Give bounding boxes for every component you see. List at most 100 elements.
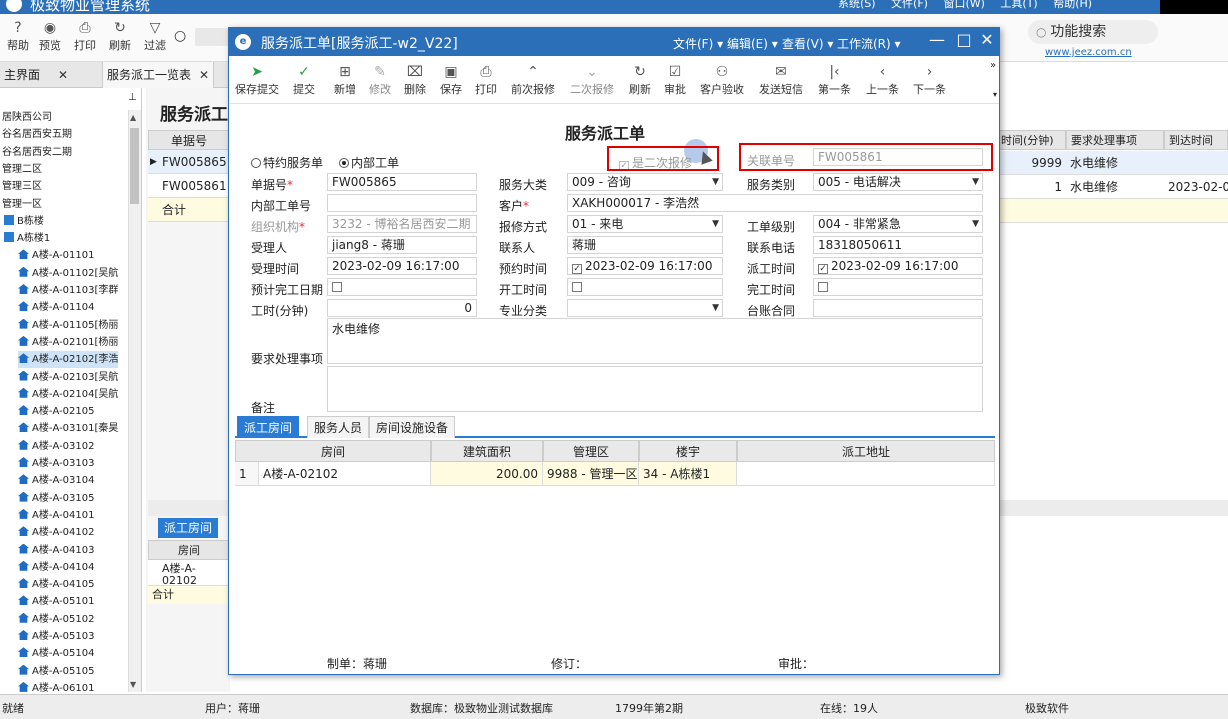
tree-item[interactable]: A楼-A-01104 <box>18 299 95 316</box>
tree-item[interactable]: 管理一区 <box>2 196 42 213</box>
tree-item[interactable]: A楼-A-03105 <box>18 490 95 507</box>
menu-edit[interactable]: 编辑(E) ▾ <box>727 35 778 52</box>
tab-dispatch-rooms[interactable]: 派工房间 <box>237 416 300 438</box>
close-icon[interactable]: ✕ <box>199 68 209 82</box>
tree-item[interactable]: A楼-A-06101 <box>18 680 95 692</box>
tree-item[interactable]: 管理二区 <box>2 161 42 178</box>
internal-no-field[interactable] <box>327 194 477 212</box>
tree-item[interactable]: 管理三区 <box>2 178 42 195</box>
tree-item[interactable]: A楼-A-02101[杨丽 <box>18 334 118 351</box>
col-header-area[interactable]: 建筑面积 <box>431 440 543 462</box>
refresh-button[interactable]: ↻ 刷新 <box>102 20 138 53</box>
send-sms-button[interactable]: ✉ 发送短信 <box>759 64 803 97</box>
checkbox-icon[interactable]: ✓ <box>572 264 582 274</box>
tree-item[interactable]: A楼-A-05103 <box>18 628 95 645</box>
prev-record-button[interactable]: ‹ 上一条 <box>866 64 899 97</box>
tree-item[interactable]: A楼-A-03103 <box>18 455 95 472</box>
table-row[interactable]: ▶ FW005865 <box>148 150 230 174</box>
tree-item[interactable]: A楼-A-04102 <box>18 524 95 541</box>
overflow-icon[interactable]: » <box>990 60 996 71</box>
remark-textarea[interactable] <box>327 366 983 412</box>
pin-icon[interactable]: ⊥ <box>128 92 137 103</box>
customer-field[interactable]: XAKH000017 - 李浩然 <box>567 194 983 212</box>
cell-zone[interactable]: 9988 - 管理一区 <box>543 462 639 486</box>
radio-internal-order[interactable]: 内部工单 <box>339 154 399 171</box>
menu-file[interactable]: 文件(F) ▾ <box>673 35 723 52</box>
minimize-icon[interactable]: — <box>927 30 947 49</box>
cell-building[interactable]: 34 - A栋楼1 <box>639 462 737 486</box>
col-header-zone[interactable]: 管理区 <box>543 440 639 462</box>
list-col-header[interactable]: 单据号 <box>148 130 230 150</box>
tree-item[interactable]: A楼-A-04101 <box>18 507 95 524</box>
list-hscroll-right[interactable] <box>996 500 1228 516</box>
appoint-time-field[interactable]: ✓ 2023-02-09 16:17:00 <box>567 257 723 275</box>
checkbox-icon[interactable] <box>572 282 582 292</box>
expect-date-field[interactable] <box>327 278 477 296</box>
service-cat-select[interactable]: 009 - 咨询 ▼ <box>567 173 723 191</box>
contract-field[interactable] <box>813 299 983 317</box>
tree-item[interactable]: A楼-A-02103[吴航 <box>18 369 118 386</box>
maximize-icon[interactable]: □ <box>954 30 974 49</box>
tree-item[interactable]: A楼-A-01103[李群 <box>18 282 118 299</box>
toolbar-search-input[interactable] <box>195 28 230 46</box>
tree-item[interactable]: A楼-A-05101 <box>18 593 95 610</box>
tree-item[interactable]: A楼-A-01105[杨丽 <box>18 317 118 334</box>
tree-item[interactable]: A楼-A-03102 <box>18 438 95 455</box>
col-header[interactable]: 要求处理事项 <box>1066 130 1164 150</box>
menu-view[interactable]: 查看(V) ▾ <box>782 35 833 52</box>
receive-time-field[interactable]: 2023-02-09 16:17:00 <box>327 257 477 275</box>
finish-time-field[interactable] <box>813 278 983 296</box>
tree-item[interactable]: A楼-A-05104 <box>18 645 95 662</box>
cell-area[interactable]: 200.00 <box>431 462 543 486</box>
refresh-button[interactable]: ↻ 刷新 <box>629 64 651 97</box>
close-icon[interactable]: ✕ <box>58 68 68 82</box>
app-menu[interactable]: 系统(S) 文件(F) 窗口(W) 工具(T) 帮助(H) <box>838 0 1092 11</box>
filter-button[interactable]: ▽ 过滤 <box>137 20 173 53</box>
checkbox-icon[interactable] <box>818 282 828 292</box>
col-header[interactable]: 时间(分钟) <box>996 130 1066 150</box>
specialty-select[interactable]: ▼ <box>567 299 723 317</box>
tab-main[interactable]: 主界面 ✕ <box>0 62 72 88</box>
level-select[interactable]: 004 - 非常紧急 ▼ <box>813 215 983 233</box>
tree-item[interactable]: A楼-A-02105 <box>18 403 95 420</box>
tab-lower-rooms[interactable]: 派工房间 <box>158 518 219 538</box>
cell-room[interactable]: A楼-A-02102 <box>259 462 431 486</box>
bill-no-field[interactable]: FW005865 <box>327 173 477 191</box>
col-header-building[interactable]: 楼宇 <box>639 440 737 462</box>
first-record-button[interactable]: |‹ 第一条 <box>818 64 851 97</box>
tree-item[interactable]: A楼-A-01102[吴航 <box>18 265 118 282</box>
tree-item[interactable]: A楼-A-03101[秦昊 <box>18 420 118 437</box>
contact-field[interactable]: 蒋珊 <box>567 236 723 254</box>
next-record-button[interactable]: › 下一条 <box>913 64 946 97</box>
scroll-up-icon[interactable]: ▲ <box>130 113 136 122</box>
scroll-down-icon[interactable]: ▼ <box>130 680 136 689</box>
edit-button[interactable]: ✎ 修改 <box>369 64 391 97</box>
close-icon[interactable]: ✕ <box>977 30 997 49</box>
preview-button[interactable]: ◉ 预览 <box>32 20 68 53</box>
dispatch-time-field[interactable]: ✓ 2023-02-09 16:17:00 <box>813 257 983 275</box>
tree-item[interactable]: A楼-A-02102[李浩 <box>18 351 119 369</box>
tree-item[interactable]: 谷名居西安二期 <box>2 144 72 161</box>
col-header-room[interactable]: 房间 <box>235 440 431 462</box>
table-row[interactable]: A楼-A-02102 <box>148 560 230 587</box>
customer-accept-button[interactable]: ⚇ 客户验收 <box>700 64 744 97</box>
minutes-field[interactable]: 0 <box>327 299 477 317</box>
checkbox-icon[interactable]: ✓ <box>818 264 828 274</box>
start-time-field[interactable] <box>567 278 723 296</box>
tree-item[interactable]: 谷名居西安五期 <box>2 126 72 143</box>
col-header[interactable]: 到达时间 <box>1164 130 1228 150</box>
tree-item[interactable]: A楼-A-02104[吴航 <box>18 386 118 403</box>
tree-item[interactable]: A楼-A-04104 <box>18 559 95 576</box>
save-submit-button[interactable]: ➤ 保存提交 <box>235 64 279 97</box>
request-textarea[interactable]: 水电维修 <box>327 318 983 364</box>
prev-repair-button[interactable]: ⌃ 前次报修 <box>511 64 555 97</box>
save-button[interactable]: ▣ 保存 <box>440 64 462 97</box>
second-repair-button[interactable]: ⌄ 二次报修 <box>570 64 614 97</box>
tree-item[interactable]: B栋楼 <box>4 213 44 230</box>
tree-item[interactable]: A楼-A-05105 <box>18 663 95 680</box>
print-button[interactable]: ⎙ 打印 <box>475 64 497 97</box>
toolbar-scroll-icon[interactable]: ▾ <box>993 90 997 99</box>
service-type-select[interactable]: 005 - 电话解决 ▼ <box>813 173 983 191</box>
help-button[interactable]: ? 帮助 <box>0 20 36 53</box>
tab-dispatch-list[interactable]: 服务派工一览表 ✕ <box>102 62 215 88</box>
